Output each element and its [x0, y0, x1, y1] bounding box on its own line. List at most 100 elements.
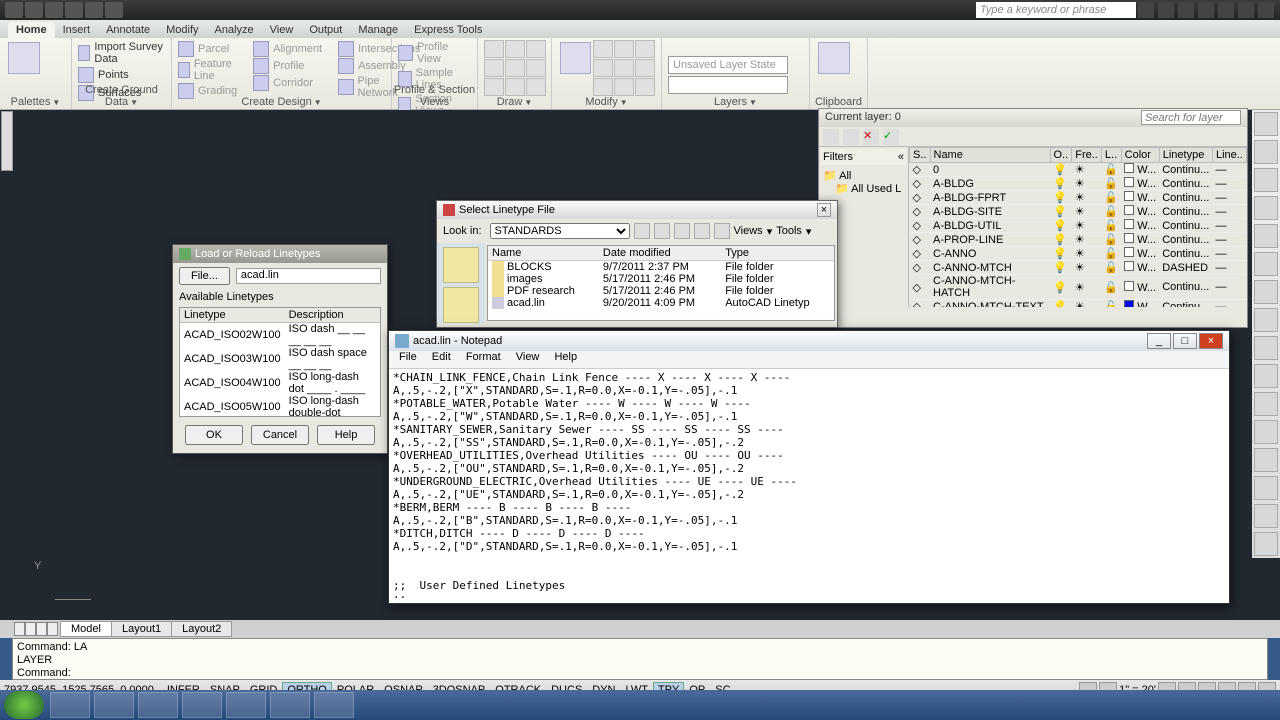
- col-lock[interactable]: L..: [1101, 148, 1121, 163]
- cancel-button[interactable]: Cancel: [251, 425, 309, 445]
- help-button[interactable]: Help: [317, 425, 375, 445]
- layer-dropdown[interactable]: [668, 76, 788, 94]
- mirror-icon[interactable]: [593, 59, 613, 77]
- set-current-icon[interactable]: ✓: [883, 129, 899, 145]
- circle-icon[interactable]: [526, 40, 546, 58]
- tab-home[interactable]: Home: [8, 22, 55, 38]
- rotate-icon[interactable]: [635, 40, 655, 58]
- qat-new-icon[interactable]: [25, 2, 43, 18]
- tab-analyze[interactable]: Analyze: [207, 22, 262, 38]
- tool-7-icon[interactable]: [1254, 280, 1278, 304]
- layer-row[interactable]: ◇A-PROP-LINE💡☀🔓 W...Continu...—: [910, 233, 1247, 247]
- alignment-icon[interactable]: [253, 41, 269, 57]
- qat-open-icon[interactable]: [45, 2, 63, 18]
- select-close-button[interactable]: ×: [817, 203, 831, 217]
- sheet-set-palette-icon[interactable]: [1, 111, 13, 171]
- delete-file-icon[interactable]: [694, 223, 710, 239]
- points-label[interactable]: Points: [98, 69, 129, 81]
- match-properties-button[interactable]: [560, 42, 591, 74]
- file-row[interactable]: PDF research5/17/2011 2:46 PMFile folder: [488, 285, 834, 297]
- file-row[interactable]: BLOCKS9/7/2011 2:37 PMFile folder: [488, 261, 834, 274]
- infocenter-icon[interactable]: [1138, 2, 1154, 18]
- tab-next-icon[interactable]: [36, 622, 47, 636]
- col-color[interactable]: Color: [1121, 148, 1159, 163]
- layer-row[interactable]: ◇C-ANNO💡☀🔓 W...Continu...—: [910, 247, 1247, 261]
- fillet-icon[interactable]: [635, 78, 655, 96]
- ellipse-icon[interactable]: [526, 59, 546, 77]
- layer-tool-3-icon[interactable]: [700, 40, 714, 54]
- menu-format[interactable]: Format: [460, 349, 507, 365]
- signin-icon[interactable]: [1158, 2, 1174, 18]
- tool-12-icon[interactable]: [1254, 420, 1278, 444]
- places-mycomputer-icon[interactable]: [443, 287, 479, 323]
- point-icon[interactable]: [505, 78, 525, 96]
- tab-first-icon[interactable]: [14, 622, 25, 636]
- menu-help[interactable]: Help: [548, 349, 583, 365]
- menu-view[interactable]: View: [510, 349, 546, 365]
- layer-row[interactable]: ◇A-BLDG-UTIL💡☀🔓 W...Continu...—: [910, 219, 1247, 233]
- tab-prev-icon[interactable]: [25, 622, 36, 636]
- filename-field[interactable]: acad.lin: [236, 268, 381, 284]
- tab-insert[interactable]: Insert: [55, 22, 99, 38]
- help-search-input[interactable]: Type a keyword or phrase: [976, 2, 1136, 18]
- qat-app-icon[interactable]: [5, 2, 23, 18]
- col-status[interactable]: S..: [910, 148, 931, 163]
- new-layer-vpfreeze-icon[interactable]: [843, 129, 859, 145]
- layer-row[interactable]: ◇A-BLDG💡☀🔓 W...Continu...—: [910, 177, 1247, 191]
- paste-button[interactable]: [818, 42, 850, 74]
- notepad-maximize-button[interactable]: □: [1173, 333, 1197, 349]
- toolspace-button[interactable]: [8, 42, 40, 74]
- tab-output[interactable]: Output: [301, 22, 350, 38]
- tool-15-icon[interactable]: [1254, 504, 1278, 528]
- col-lt[interactable]: Linetype: [180, 308, 285, 323]
- tab-last-icon[interactable]: [47, 622, 58, 636]
- assembly-icon[interactable]: [338, 58, 354, 74]
- profile-view-label[interactable]: Profile View: [417, 41, 471, 65]
- import-survey-label[interactable]: Import Survey Data: [94, 41, 165, 65]
- taskbar-ie-icon[interactable]: [50, 692, 90, 718]
- feature-line-icon[interactable]: [178, 62, 190, 78]
- linetype-row[interactable]: ACAD_ISO03W100ISO dash space __ __ __: [180, 347, 380, 371]
- polyline-icon[interactable]: [505, 40, 525, 58]
- rectangle-icon[interactable]: [505, 59, 525, 77]
- tool-16-icon[interactable]: [1254, 532, 1278, 556]
- tab-layout1[interactable]: Layout1: [111, 621, 172, 637]
- help-icon[interactable]: [1198, 2, 1214, 18]
- pipe-network-icon[interactable]: [338, 79, 353, 95]
- extend-icon[interactable]: [614, 78, 634, 96]
- linetype-list[interactable]: LinetypeDescription ACAD_ISO02W100ISO da…: [180, 308, 380, 417]
- qat-redo-icon[interactable]: [105, 2, 123, 18]
- alignment-label[interactable]: Alignment: [273, 43, 322, 55]
- file-row[interactable]: acad.lin9/20/2011 4:09 PMAutoCAD Linetyp: [488, 297, 834, 309]
- layer-tool-1-icon[interactable]: [668, 40, 682, 54]
- col-on[interactable]: O..: [1050, 148, 1072, 163]
- layer-tool-2-icon[interactable]: [684, 40, 698, 54]
- minimize-icon[interactable]: [1218, 2, 1234, 18]
- col-linetype[interactable]: Linetype: [1159, 148, 1212, 163]
- line-icon[interactable]: [484, 40, 504, 58]
- profile-label[interactable]: Profile: [273, 60, 304, 72]
- layer-row[interactable]: ◇C-ANNO-MTCH-TEXT💡☀🔓 W...Continu...—: [910, 300, 1247, 308]
- corridor-icon[interactable]: [253, 75, 269, 91]
- profile-view-icon[interactable]: [398, 45, 413, 61]
- pan-icon[interactable]: [1254, 140, 1278, 164]
- linetype-row[interactable]: ACAD_ISO04W100ISO long-dash dot ____ . _…: [180, 371, 380, 395]
- stretch-icon[interactable]: [635, 59, 655, 77]
- file-button[interactable]: File...: [179, 267, 230, 285]
- search-web-icon[interactable]: [674, 223, 690, 239]
- filters-collapse-icon[interactable]: «: [898, 151, 904, 163]
- col-freeze[interactable]: Fre..: [1072, 148, 1102, 163]
- linetype-row[interactable]: ACAD_ISO05W100ISO long-dash double-dot _…: [180, 395, 380, 417]
- menu-file[interactable]: File: [393, 349, 423, 365]
- tab-express[interactable]: Express Tools: [406, 22, 490, 38]
- notepad-textarea[interactable]: *CHAIN_LINK_FENCE,Chain Link Fence ---- …: [389, 369, 1229, 599]
- tool-9-icon[interactable]: [1254, 336, 1278, 360]
- qat-save-icon[interactable]: [65, 2, 83, 18]
- start-button[interactable]: [4, 691, 44, 719]
- tab-view[interactable]: View: [262, 22, 302, 38]
- taskbar-autocad-icon[interactable]: [314, 692, 354, 718]
- tab-manage[interactable]: Manage: [350, 22, 406, 38]
- showmotion-icon[interactable]: [1254, 252, 1278, 276]
- hatch-icon[interactable]: [484, 78, 504, 96]
- tool-13-icon[interactable]: [1254, 448, 1278, 472]
